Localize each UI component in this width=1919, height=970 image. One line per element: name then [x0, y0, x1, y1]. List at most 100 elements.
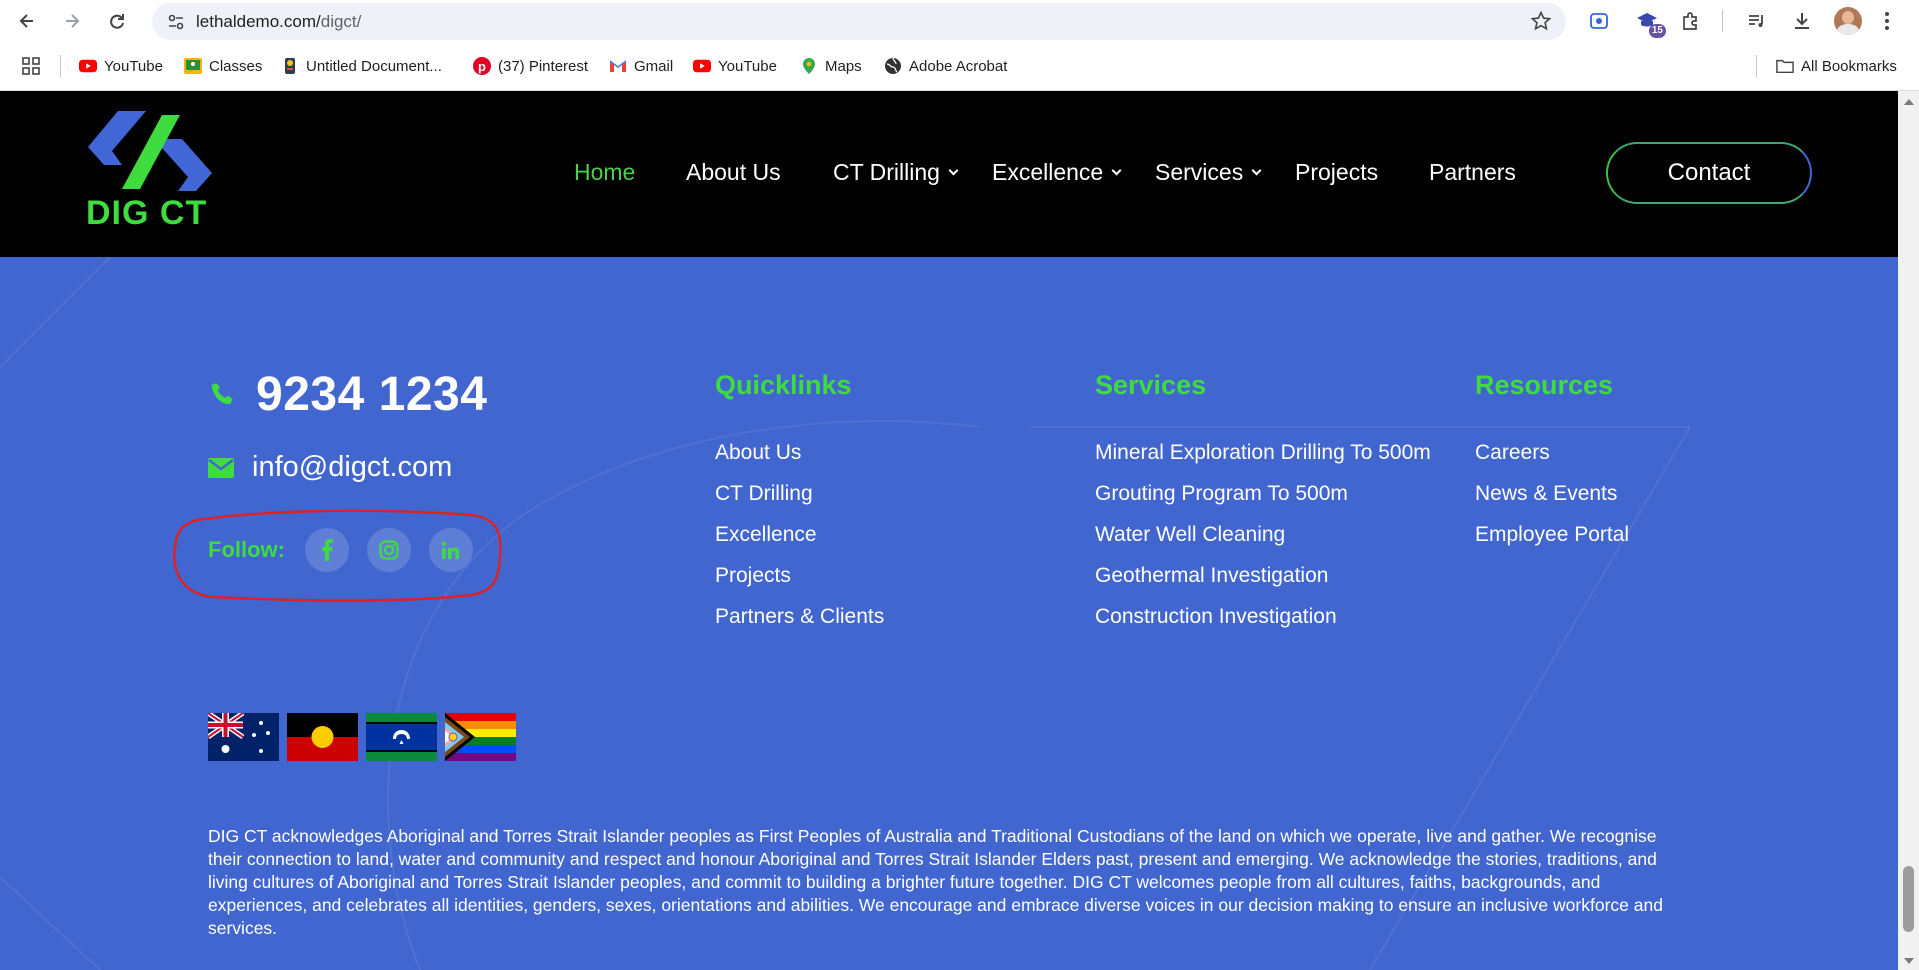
- bookmarks-divider: [1756, 55, 1757, 77]
- all-bookmarks-button[interactable]: All Bookmarks: [1776, 55, 1897, 77]
- bookmark-youtube-2[interactable]: YouTube: [693, 55, 777, 77]
- reload-button[interactable]: [102, 6, 132, 36]
- bookmark-label: YouTube: [718, 57, 777, 75]
- globe-icon: [884, 57, 902, 75]
- browser-menu-button[interactable]: [1872, 6, 1902, 36]
- playlist-icon: [1749, 15, 1763, 27]
- services-list: Mineral Exploration Drilling To 500m Gro…: [1095, 441, 1431, 646]
- quicklink-excellence[interactable]: Excellence: [715, 523, 884, 564]
- nav-excellence[interactable]: Excellence: [992, 159, 1122, 186]
- extension-button[interactable]: 15: [1632, 6, 1666, 38]
- chevron-down-icon: [1251, 165, 1262, 176]
- downloads-button[interactable]: [1787, 6, 1817, 36]
- chevron-down-icon: [1111, 165, 1122, 176]
- flags-row: [208, 713, 516, 761]
- bookmark-label: Untitled Document...: [306, 57, 442, 75]
- nav-partners[interactable]: Partners: [1429, 159, 1516, 186]
- nav-label: CT Drilling: [833, 159, 940, 185]
- bookmark-youtube[interactable]: YouTube: [79, 55, 163, 77]
- document-icon: [281, 57, 299, 75]
- email-contact[interactable]: info@digct.com: [208, 451, 452, 484]
- bookmark-untitled-document[interactable]: Untitled Document...: [281, 55, 442, 77]
- progress-pride-flag: [445, 713, 516, 761]
- all-bookmarks-label: All Bookmarks: [1801, 57, 1897, 75]
- bookmark-label: Adobe Acrobat: [909, 57, 1008, 75]
- kebab-menu-icon: [1885, 12, 1889, 30]
- scrollbar-thumb[interactable]: [1903, 866, 1914, 932]
- svg-text:p: p: [478, 59, 486, 74]
- aboriginal-flag: [287, 713, 358, 761]
- extensions-button[interactable]: [1676, 6, 1706, 36]
- bookmark-star-icon[interactable]: [1530, 10, 1552, 32]
- contact-button[interactable]: Contact: [1606, 142, 1812, 204]
- forward-button[interactable]: [57, 6, 87, 36]
- acknowledgement-of-country: DIG CT acknowledges Aboriginal and Torre…: [208, 826, 1663, 938]
- site-header: DIG CT Home About Us CT Drilling Excelle…: [0, 91, 1898, 257]
- envelope-icon: [208, 457, 234, 478]
- scroll-down-arrow-icon[interactable]: [1904, 958, 1914, 964]
- profile-avatar[interactable]: [1834, 7, 1862, 35]
- toolbar-divider: [1722, 10, 1723, 32]
- nav-ct-drilling[interactable]: CT Drilling: [833, 159, 959, 186]
- quicklink-ct-drilling[interactable]: CT Drilling: [715, 482, 884, 523]
- quicklink-partners-clients[interactable]: Partners & Clients: [715, 605, 884, 646]
- bookmark-label: (37) Pinterest: [498, 57, 589, 75]
- phone-number[interactable]: 9234 1234: [256, 367, 487, 422]
- email-address[interactable]: info@digct.com: [252, 451, 452, 484]
- reload-icon: [110, 14, 124, 29]
- forward-arrow-icon: [66, 14, 80, 28]
- page-scrollbar[interactable]: [1898, 91, 1919, 970]
- url-text[interactable]: lethaldemo.com/digct/: [196, 12, 361, 32]
- service-water-well-cleaning[interactable]: Water Well Cleaning: [1095, 523, 1431, 564]
- bookmark-adobe-acrobat[interactable]: Adobe Acrobat: [884, 55, 1007, 77]
- browser-toolbar: lethaldemo.com/digct/ 15: [0, 0, 1919, 42]
- youtube-icon: [79, 57, 97, 75]
- quicklink-projects[interactable]: Projects: [715, 564, 884, 605]
- bookmark-label: YouTube: [104, 57, 163, 75]
- bookmark-maps[interactable]: Maps: [800, 55, 862, 77]
- address-bar[interactable]: lethaldemo.com/digct/: [152, 3, 1566, 40]
- bookmark-pinterest[interactable]: p (37) Pinterest: [473, 55, 588, 77]
- nav-label: Services: [1155, 159, 1244, 185]
- nav-about-us[interactable]: About Us: [686, 159, 781, 186]
- back-arrow-icon: [19, 14, 33, 28]
- service-geothermal-investigation[interactable]: Geothermal Investigation: [1095, 564, 1431, 605]
- maps-icon: [800, 57, 818, 75]
- gmail-icon: [609, 57, 627, 75]
- resources-title: Resources: [1475, 370, 1614, 400]
- nav-label: Home: [574, 159, 636, 185]
- torres-strait-islander-flag: [366, 713, 437, 761]
- puzzle-icon: [1683, 12, 1697, 30]
- quicklinks-list: About Us CT Drilling Excellence Projects…: [715, 441, 884, 646]
- nav-label: About Us: [686, 159, 781, 185]
- service-grouting-program[interactable]: Grouting Program To 500m: [1095, 482, 1431, 523]
- media-control-button[interactable]: [1742, 6, 1772, 36]
- resource-careers[interactable]: Careers: [1475, 441, 1629, 482]
- services-title: Services: [1095, 370, 1207, 400]
- logo-text: DIG CT: [86, 194, 208, 232]
- back-button[interactable]: [12, 6, 42, 36]
- apps-button[interactable]: [22, 55, 40, 77]
- bookmarks-divider: [60, 55, 61, 77]
- screen-capture-button[interactable]: [1584, 6, 1614, 36]
- red-annotation-circle: [173, 509, 502, 602]
- nav-projects[interactable]: Projects: [1295, 159, 1378, 186]
- classroom-icon: [184, 57, 202, 75]
- service-mineral-exploration[interactable]: Mineral Exploration Drilling To 500m: [1095, 441, 1431, 482]
- service-construction-investigation[interactable]: Construction Investigation: [1095, 605, 1431, 646]
- site-info-icon[interactable]: [166, 12, 186, 32]
- nav-label: Projects: [1295, 159, 1379, 185]
- bookmark-label: Gmail: [634, 57, 674, 75]
- bookmark-classes[interactable]: Classes: [184, 55, 262, 77]
- phone-icon: [211, 382, 233, 404]
- chevron-down-icon: [948, 165, 959, 176]
- youtube-icon: [693, 57, 711, 75]
- nav-home[interactable]: Home: [574, 159, 635, 186]
- scroll-up-arrow-icon[interactable]: [1904, 99, 1914, 105]
- resource-news-events[interactable]: News & Events: [1475, 482, 1629, 523]
- bookmark-gmail[interactable]: Gmail: [609, 55, 673, 77]
- quicklink-about-us[interactable]: About Us: [715, 441, 884, 482]
- resource-employee-portal[interactable]: Employee Portal: [1475, 523, 1629, 564]
- nav-services[interactable]: Services: [1155, 159, 1262, 186]
- phone-contact[interactable]: 9234 1234: [208, 367, 487, 422]
